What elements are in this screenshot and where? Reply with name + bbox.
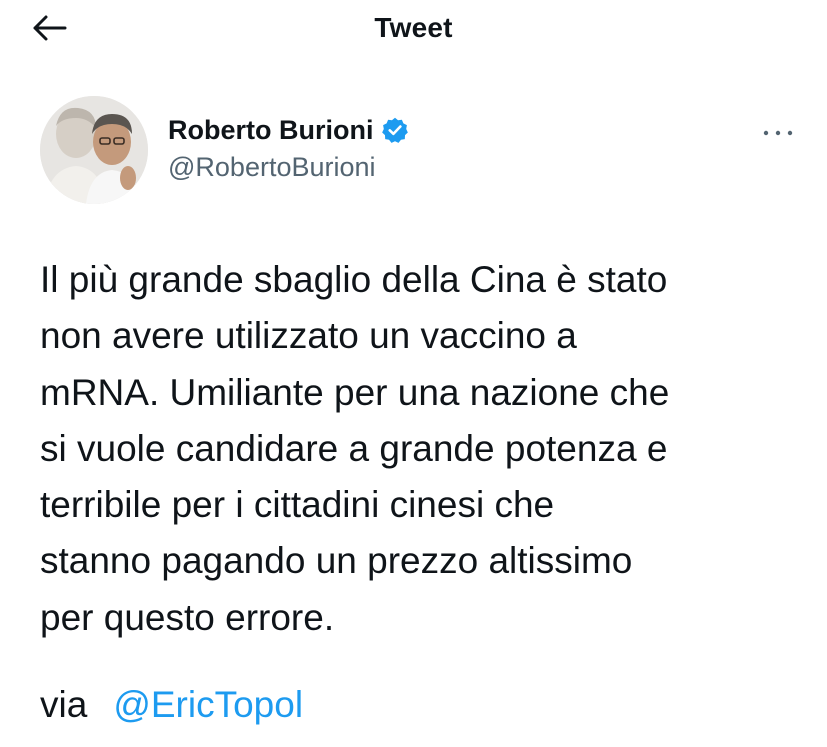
more-options-button[interactable] xyxy=(756,118,800,148)
tweet-text-line: mRNA. Umiliante per una nazione che xyxy=(40,371,670,413)
verified-badge-icon xyxy=(382,117,409,143)
display-name[interactable]: Roberto Burioni xyxy=(168,115,373,146)
more-horizontal-icon xyxy=(763,130,793,136)
top-bar: Tweet xyxy=(0,0,827,58)
author-names: Roberto Burioni @RobertoBurioni xyxy=(168,110,409,183)
tweet-text-line: per questo errore. xyxy=(40,596,335,638)
tweet-text-line: stanno pagando un prezzo altissimo xyxy=(40,540,633,582)
avatar-photo xyxy=(40,96,148,204)
tweet-text-line: Il più grande sbaglio della Cina è stato xyxy=(40,259,668,300)
page-title: Tweet xyxy=(374,12,453,43)
via-attribution: via @EricTopol xyxy=(40,680,303,730)
tweet-author: Roberto Burioni @RobertoBurioni xyxy=(40,96,800,208)
tweet-text-line: non avere utilizzato un vaccino a xyxy=(40,315,577,357)
via-label: via xyxy=(40,684,88,725)
tweet-text-line: terribile per i cittadini cinesi che xyxy=(40,484,555,526)
display-name-line: Roberto Burioni xyxy=(168,110,409,150)
tweet-text: Il più grande sbaglio della Cina è stato… xyxy=(40,252,800,646)
tweet-text-line: si vuole candidare a grande potenza e xyxy=(40,427,668,469)
mention-link[interactable]: @EricTopol xyxy=(113,684,303,725)
avatar[interactable] xyxy=(40,96,148,204)
user-handle[interactable]: @RobertoBurioni xyxy=(168,152,409,183)
